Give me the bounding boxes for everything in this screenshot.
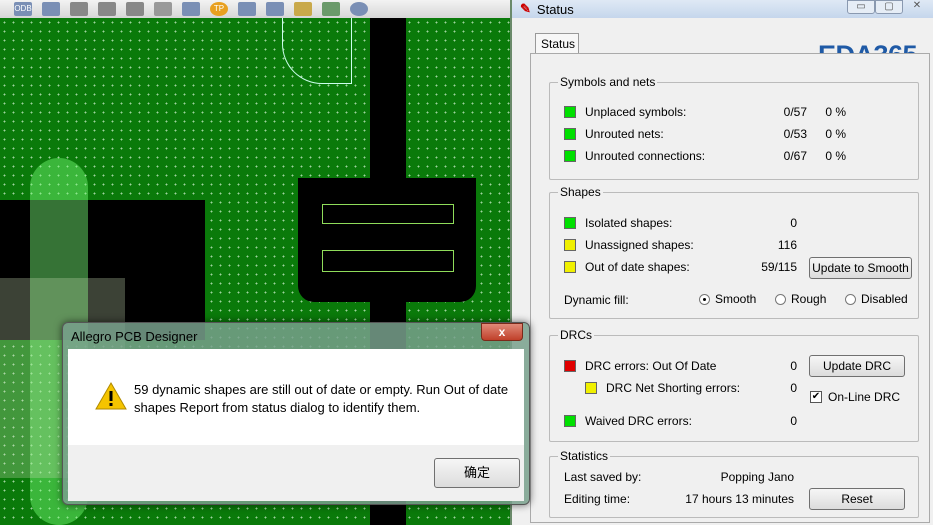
grid-icon[interactable] [182, 2, 200, 16]
statistics-group: Statistics Last saved by: Popping Jano E… [549, 449, 919, 518]
warning-icon [95, 381, 127, 410]
label: DRC errors: [585, 359, 650, 373]
help-icon[interactable] [350, 2, 368, 16]
status-indicator [564, 239, 576, 251]
value: 59/115 [761, 260, 797, 274]
notes-icon[interactable] [294, 2, 312, 16]
dialog-message: 59 dynamic shapes are still out of date … [134, 382, 509, 415]
last-saved-label: Last saved by: [564, 470, 642, 484]
value: 0 [790, 414, 797, 428]
update-drc-button[interactable]: Update DRC [809, 355, 905, 377]
radio-label: Disabled [861, 292, 908, 306]
value: 0 [790, 359, 797, 373]
value: 0 [790, 216, 797, 230]
monitor-icon[interactable] [322, 2, 340, 16]
status-indicator [564, 128, 576, 140]
alert-dialog: Allegro PCB Designer x 59 dynamic shapes… [62, 322, 530, 505]
maximize-button[interactable]: ▢ [875, 0, 903, 14]
status-indicator [564, 150, 576, 162]
dialog-title: Allegro PCB Designer [71, 329, 198, 344]
online-drc-checkbox[interactable]: ✔ On-Line DRC [810, 390, 900, 404]
status-window-title: Status [536, 1, 574, 17]
status-indicator [564, 360, 576, 372]
value: 0/53 [783, 127, 807, 141]
camera-icon[interactable] [98, 2, 116, 16]
unrouted-nets-row: Unrouted nets: 0/53 0 % [564, 126, 910, 142]
testpoint-icon[interactable]: TP [210, 2, 228, 16]
odb-icon[interactable]: ODB [14, 2, 32, 16]
group-title: Symbols and nets [558, 75, 658, 89]
editing-time-value: 17 hours 13 minutes [685, 492, 794, 506]
dialog-footer: 确定 [68, 445, 524, 501]
value: 0 [790, 381, 797, 395]
label: Waived DRC errors: [585, 414, 692, 428]
group-title: Shapes [558, 185, 603, 199]
toolbar: ODB TP [0, 0, 512, 18]
status-indicator [564, 217, 576, 229]
fill-disabled-radio[interactable]: Disabled [845, 292, 908, 306]
group-title: DRCs [558, 328, 594, 342]
app-icon: ✎ [520, 1, 531, 16]
checkbox-label: On-Line DRC [828, 390, 901, 404]
label: Out of date shapes: [585, 260, 690, 274]
v1v2-icon[interactable] [126, 2, 144, 16]
status-indicator [564, 415, 576, 427]
wrench-icon[interactable] [70, 2, 88, 16]
drcs-group: DRCs DRC errors: Out Of Date 0 DRC Net Sh… [549, 328, 919, 442]
label: DRC Net Shorting errors: [606, 381, 741, 395]
symbols-nets-group: Symbols and nets Unplaced symbols: 0/57 0 … [549, 75, 919, 180]
value: 0/67 [783, 149, 807, 163]
percent: 0 % [825, 105, 846, 119]
unplaced-symbols-row: Unplaced symbols: 0/57 0 % [564, 104, 910, 120]
radio-label: Rough [791, 292, 827, 306]
pin-icon[interactable] [154, 2, 172, 16]
dialog-close-button[interactable]: x [481, 323, 523, 341]
unrouted-connections-row: Unrouted connections: 0/67 0 % [564, 148, 910, 164]
reset-button[interactable]: Reset [809, 488, 905, 510]
tab-status[interactable]: Status [535, 33, 579, 54]
status-indicator [564, 106, 576, 118]
label: Unassigned shapes: [585, 238, 694, 252]
layers-icon[interactable] [42, 2, 60, 16]
waived-drc-row: Waived DRC errors: 0 [564, 413, 910, 429]
status-indicator [564, 261, 576, 273]
minimize-button[interactable]: ▭ [847, 0, 875, 14]
close-button[interactable]: ✕ [903, 0, 931, 14]
isolated-shapes-row: Isolated shapes: 0 [564, 215, 910, 231]
value: 0/57 [783, 105, 807, 119]
update-to-smooth-button[interactable]: Update to Smooth [809, 257, 912, 279]
percent: 0 % [825, 127, 846, 141]
percent: 0 % [825, 149, 846, 163]
ok-button[interactable]: 确定 [434, 458, 520, 488]
radio-label: Smooth [715, 292, 757, 306]
dialog-body: 59 dynamic shapes are still out of date … [68, 349, 524, 445]
status-indicator [585, 382, 597, 394]
unassigned-shapes-row: Unassigned shapes: 116 [564, 237, 910, 253]
drc-status: Out Of Date [652, 359, 717, 373]
route-icon[interactable] [266, 2, 284, 16]
label: Isolated shapes: [585, 216, 673, 230]
fill-smooth-radio[interactable]: Smooth [699, 292, 756, 306]
last-saved-value: Popping Jano [720, 470, 794, 484]
shapes-group: Shapes Isolated shapes: 0 Unassigned shap… [549, 185, 919, 319]
editing-time-label: Editing time: [564, 492, 631, 506]
status-window: ✎ Status ▭ ▢ ✕ EDA365 Status Symbols and… [510, 0, 933, 525]
dynamic-fill-label: Dynamic fill: [564, 293, 629, 307]
checkmark-icon: ✔ [810, 391, 822, 403]
group-title: Statistics [558, 449, 611, 463]
label: Unrouted connections: [585, 149, 706, 163]
fill-rough-radio[interactable]: Rough [775, 292, 826, 306]
label: Unplaced symbols: [585, 105, 687, 119]
label: Unrouted nets: [585, 127, 664, 141]
value: 116 [777, 238, 797, 252]
status-tab-panel: Symbols and nets Unplaced symbols: 0/57 0 … [530, 53, 930, 523]
components-icon[interactable] [238, 2, 256, 16]
